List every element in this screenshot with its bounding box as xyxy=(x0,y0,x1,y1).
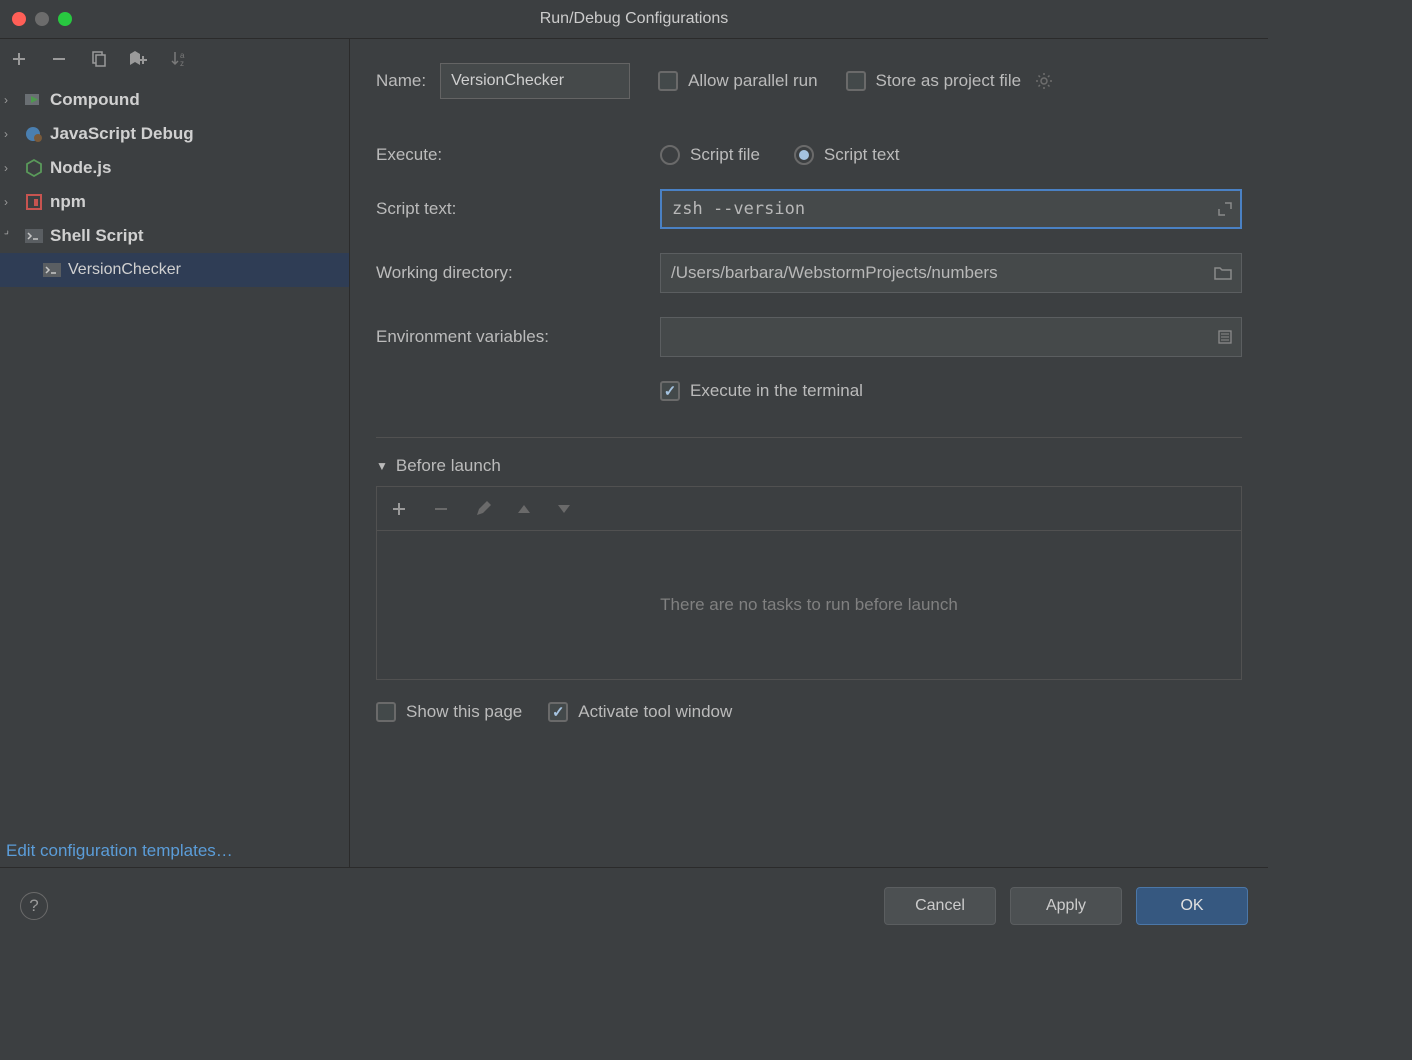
task-list: There are no tasks to run before launch xyxy=(376,530,1242,680)
shell-script-icon xyxy=(42,260,62,280)
npm-icon xyxy=(24,192,44,212)
window-title: Run/Debug Configurations xyxy=(0,10,1268,28)
before-launch-label: Before launch xyxy=(396,456,501,476)
allow-parallel-checkbox[interactable] xyxy=(658,71,678,91)
copy-config-icon[interactable] xyxy=(88,48,110,70)
compound-icon xyxy=(24,90,44,110)
working-dir-input[interactable] xyxy=(660,253,1242,293)
gear-icon[interactable] xyxy=(1035,72,1053,90)
script-text-radio-label: Script text xyxy=(824,145,900,165)
ok-button[interactable]: OK xyxy=(1136,887,1248,925)
chevron-down-icon: › xyxy=(1,226,21,246)
tree-item-label: Node.js xyxy=(50,158,111,178)
config-tree: › Compound › JavaScript Debug › Node.js xyxy=(0,79,349,287)
js-debug-icon xyxy=(24,124,44,144)
execute-terminal-checkbox[interactable] xyxy=(660,381,680,401)
script-text-label: Script text: xyxy=(376,199,660,219)
chevron-right-icon: › xyxy=(4,127,18,141)
svg-text:z: z xyxy=(180,59,184,68)
config-form: Name: Allow parallel run Store as projec… xyxy=(350,39,1268,867)
before-launch-header[interactable]: ▼ Before launch xyxy=(376,456,1242,476)
tree-item-nodejs[interactable]: › Node.js xyxy=(0,151,349,185)
activate-window-checkbox[interactable] xyxy=(548,702,568,722)
tree-item-npm[interactable]: › npm xyxy=(0,185,349,219)
chevron-right-icon: › xyxy=(4,195,18,209)
tree-item-label: JavaScript Debug xyxy=(50,124,194,144)
cancel-button[interactable]: Cancel xyxy=(884,887,996,925)
tree-item-label: Shell Script xyxy=(50,226,144,246)
task-toolbar xyxy=(376,486,1242,530)
tree-item-compound[interactable]: › Compound xyxy=(0,83,349,117)
tree-item-label: Compound xyxy=(50,90,140,110)
script-file-radio-label: Script file xyxy=(690,145,760,165)
add-task-icon[interactable] xyxy=(391,501,407,517)
close-window-button[interactable] xyxy=(12,12,26,26)
minimize-window-button[interactable] xyxy=(35,12,49,26)
show-page-label: Show this page xyxy=(406,702,522,722)
edit-templates-link[interactable]: Edit configuration templates… xyxy=(6,841,233,861)
working-dir-label: Working directory: xyxy=(376,263,660,283)
tree-item-shell-script[interactable]: › Shell Script xyxy=(0,219,349,253)
store-project-checkbox[interactable] xyxy=(846,71,866,91)
script-file-radio[interactable] xyxy=(660,145,680,165)
tree-item-js-debug[interactable]: › JavaScript Debug xyxy=(0,117,349,151)
tree-item-label: npm xyxy=(50,192,86,212)
script-text-input[interactable] xyxy=(660,189,1242,229)
chevron-right-icon: › xyxy=(4,161,18,175)
move-up-icon[interactable] xyxy=(517,504,531,514)
sidebar: az › Compound › JavaScript Debug › xyxy=(0,39,350,867)
chevron-down-icon: ▼ xyxy=(376,459,388,473)
name-label: Name: xyxy=(376,71,426,91)
footer: ? Cancel Apply OK xyxy=(0,868,1268,943)
store-project-label: Store as project file xyxy=(876,71,1022,91)
remove-config-icon[interactable] xyxy=(48,48,70,70)
tree-item-label: VersionChecker xyxy=(68,261,181,279)
chevron-right-icon: › xyxy=(4,93,18,107)
titlebar: Run/Debug Configurations xyxy=(0,0,1268,38)
env-label: Environment variables: xyxy=(376,327,660,347)
shell-script-icon xyxy=(24,226,44,246)
traffic-lights xyxy=(0,12,72,26)
edit-task-icon[interactable] xyxy=(475,501,491,517)
execute-label: Execute: xyxy=(376,145,660,165)
no-tasks-text: There are no tasks to run before launch xyxy=(660,595,958,615)
sort-icon[interactable]: az xyxy=(168,48,190,70)
sidebar-toolbar: az xyxy=(0,39,349,79)
nodejs-icon xyxy=(24,158,44,178)
execute-terminal-label: Execute in the terminal xyxy=(690,381,863,401)
env-input[interactable] xyxy=(660,317,1242,357)
remove-task-icon[interactable] xyxy=(433,501,449,517)
activate-window-label: Activate tool window xyxy=(578,702,732,722)
add-config-icon[interactable] xyxy=(8,48,30,70)
allow-parallel-label: Allow parallel run xyxy=(688,71,817,91)
name-input[interactable] xyxy=(440,63,630,99)
maximize-window-button[interactable] xyxy=(58,12,72,26)
help-button[interactable]: ? xyxy=(20,892,48,920)
move-down-icon[interactable] xyxy=(557,504,571,514)
tree-item-version-checker[interactable]: VersionChecker xyxy=(0,253,349,287)
apply-button[interactable]: Apply xyxy=(1010,887,1122,925)
save-template-icon[interactable] xyxy=(128,48,150,70)
script-text-radio[interactable] xyxy=(794,145,814,165)
list-icon[interactable] xyxy=(1218,330,1232,344)
folder-icon[interactable] xyxy=(1214,266,1232,280)
expand-icon[interactable] xyxy=(1218,202,1232,216)
show-page-checkbox[interactable] xyxy=(376,702,396,722)
